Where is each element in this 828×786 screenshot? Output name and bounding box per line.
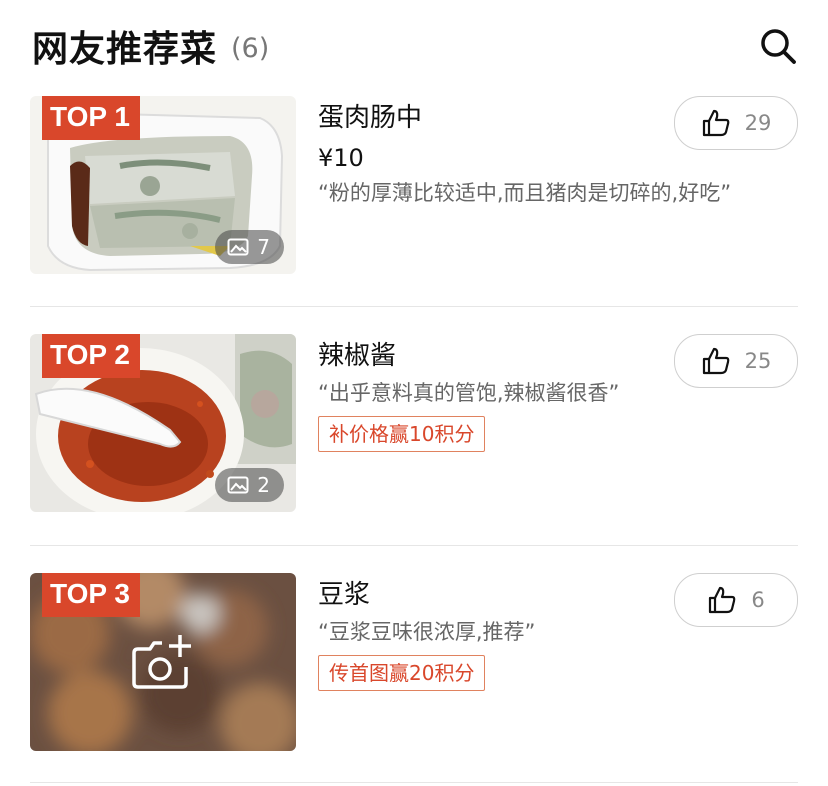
section-header: 网友推荐菜 (6) [32,18,798,74]
thumbs-up-icon [709,586,736,614]
divider [30,545,798,546]
like-button[interactable]: 25 [674,334,798,388]
dish-thumbnail[interactable]: TOP 3 [30,573,296,751]
like-button[interactable]: 6 [674,573,798,627]
photo-count: 2 [257,473,270,497]
like-count: 6 [751,588,765,612]
dish-count: (6) [231,32,270,64]
search-icon[interactable] [758,26,798,66]
thumbs-up-icon [702,109,729,137]
section-title: 网友推荐菜 [32,29,218,70]
divider [30,782,798,783]
like-button[interactable]: 29 [674,96,798,150]
divider [30,306,798,307]
dish-item[interactable]: TOP 1 7 蛋肉肠中 ¥10 “粉的厚薄比较适中,而且猪肉是切碎的,好吃” … [30,96,798,274]
image-icon [227,476,249,494]
photo-count-badge[interactable]: 7 [215,230,284,264]
like-count: 25 [744,349,772,373]
rank-badge: TOP 3 [42,573,140,617]
dish-item[interactable]: TOP 2 2 辣椒酱 “出乎意料真的管饱,辣椒酱很香” 补价格赢10积分 25 [30,334,798,512]
image-icon [227,238,249,256]
add-price-reward-tag[interactable]: 补价格赢10积分 [318,416,486,452]
upload-photo-reward-tag[interactable]: 传首图赢20积分 [318,655,486,691]
dish-thumbnail[interactable]: TOP 2 2 [30,334,296,512]
rank-badge: TOP 2 [42,334,140,378]
recommended-dishes-page: 网友推荐菜 (6) TOP 1 7 蛋肉肠中 ¥10 “粉的厚薄比较适中,而且猪… [0,0,828,786]
like-count: 29 [744,111,772,135]
photo-count: 7 [257,235,270,259]
dish-review-quote: “粉的厚薄比较适中,而且猪肉是切碎的,好吃” [318,181,732,205]
thumbs-up-icon [702,347,729,375]
rank-badge: TOP 1 [42,96,140,140]
dish-thumbnail[interactable]: TOP 1 7 [30,96,296,274]
upload-photo-icon[interactable] [132,633,194,689]
dish-item[interactable]: TOP 3 豆浆 “豆浆豆味很浓厚,推荐” 传首图赢20积分 6 [30,573,798,751]
photo-count-badge[interactable]: 2 [215,468,284,502]
